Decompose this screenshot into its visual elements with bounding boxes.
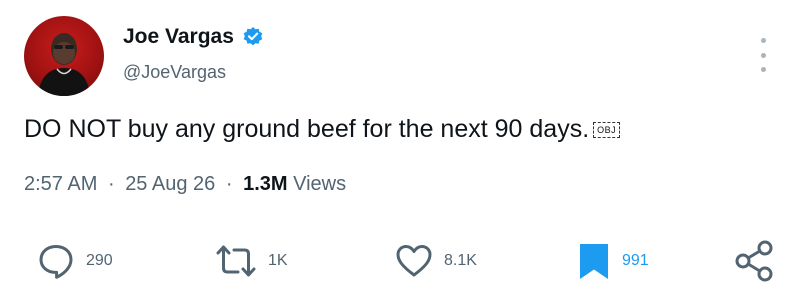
tweet-time[interactable]: 2:57 AM: [24, 173, 97, 195]
share-icon: [735, 240, 773, 282]
author-name-row: Joe Vargas: [123, 25, 264, 49]
bookmark-icon: [580, 244, 608, 279]
verified-badge-icon[interactable]: [242, 26, 264, 48]
more-dot: [760, 52, 766, 58]
more-dot: [760, 38, 766, 43]
comment-icon: [39, 245, 73, 279]
views-count: 1.3M: [243, 173, 288, 195]
avatar-photo: [38, 33, 90, 96]
like-count: 8.1K: [444, 252, 477, 269]
author-handle[interactable]: @JoeVargas: [123, 62, 226, 83]
author-display-name[interactable]: Joe Vargas: [123, 25, 234, 49]
bookmark-button[interactable]: 991: [576, 236, 649, 286]
reply-button[interactable]: 290: [36, 236, 113, 286]
views-label: Views: [293, 173, 347, 195]
like-button[interactable]: 8.1K: [394, 236, 477, 286]
bookmark-count: 991: [622, 252, 649, 269]
more-dot: [760, 67, 766, 72]
avatar[interactable]: [24, 16, 104, 96]
retweet-button[interactable]: 1K: [214, 236, 288, 286]
meta-separator: ·: [107, 173, 115, 195]
tweet-text: DO NOT buy any ground beef for the next …: [24, 115, 590, 143]
share-button[interactable]: [734, 236, 776, 286]
object-replacement-marker: OBJ: [593, 121, 621, 138]
retweet-count: 1K: [268, 252, 288, 269]
action-bar: 290 1K 8.1K 991: [0, 236, 800, 286]
reply-count: 290: [86, 252, 113, 269]
retweet-icon: [216, 245, 256, 277]
meta-separator: ·: [225, 173, 233, 195]
more-options-icon[interactable]: [752, 38, 774, 72]
tweet-date[interactable]: 25 Aug 26: [125, 173, 215, 195]
heart-icon: [396, 245, 432, 277]
tweet-meta: 2:57 AM · 25 Aug 26 · 1.3M Views: [24, 173, 346, 196]
tweet-text-row: DO NOT buy any ground beef for the next …: [24, 115, 621, 144]
